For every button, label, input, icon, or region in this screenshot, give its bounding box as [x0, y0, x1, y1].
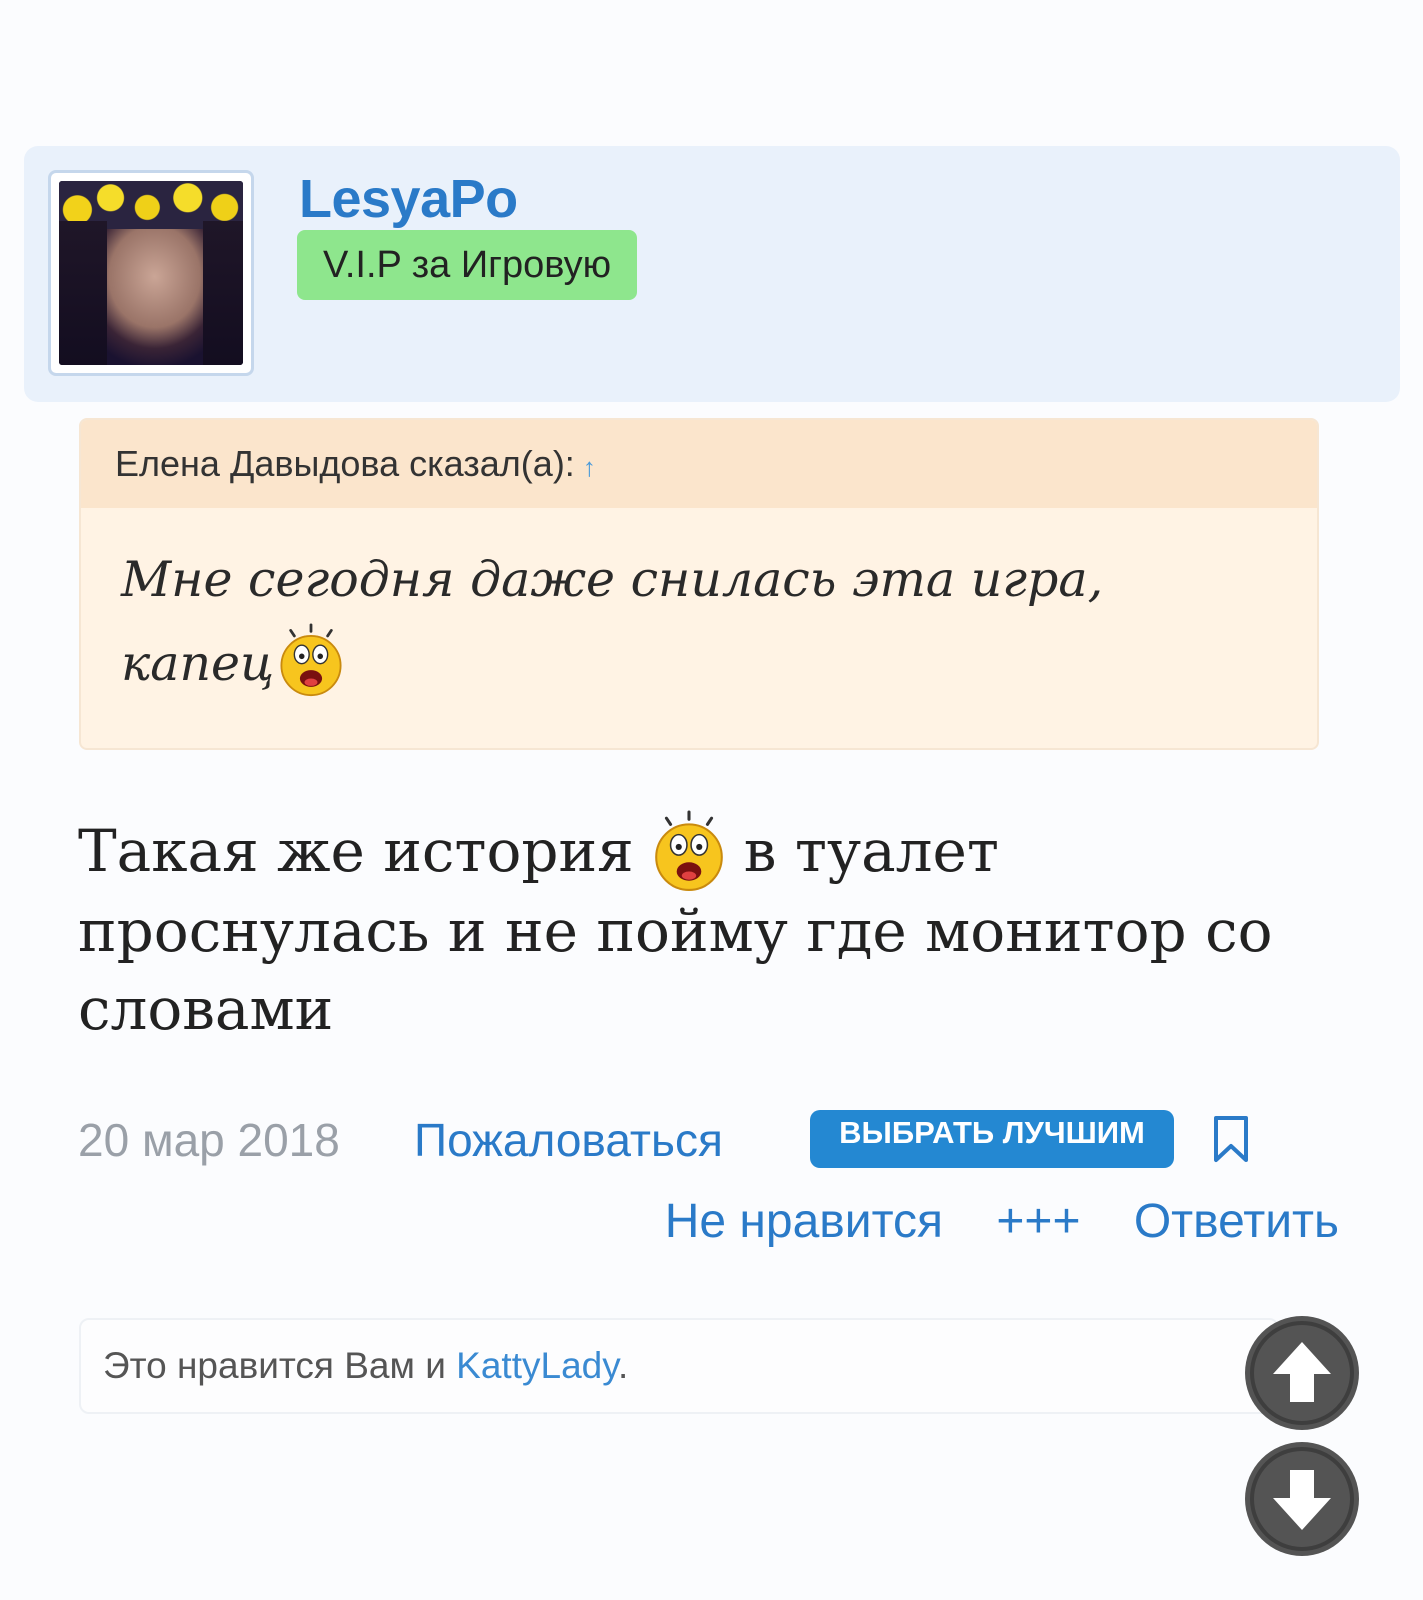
- quote-block: Елена Давыдова сказал(а): ↑ Мне сегодня д…: [79, 418, 1319, 750]
- shocked-emoji-icon: [274, 622, 348, 697]
- plus-link[interactable]: +++: [996, 1195, 1080, 1248]
- report-link[interactable]: Пожаловаться: [414, 1108, 723, 1172]
- quote-author: Елена Давыдова сказал(а):: [115, 443, 575, 484]
- role-badge: V.I.P за Игровую: [297, 230, 638, 300]
- post-meta: 20 мар 2018 Пожаловаться ВЫБРАТЬ ЛУЧШИМ: [78, 1108, 1338, 1172]
- post-actions: Не нравится +++ Ответить: [625, 1190, 1339, 1254]
- likes-summary: Это нравится Вам и KattyLady.: [79, 1318, 1279, 1414]
- username-link[interactable]: LesyaPo: [299, 168, 518, 230]
- dislike-link[interactable]: Не нравится: [665, 1195, 943, 1248]
- avatar[interactable]: [48, 170, 254, 376]
- quote-line-1: Мне сегодня даже снилась эта игра,: [121, 551, 1104, 608]
- scroll-down-button[interactable]: [1245, 1442, 1359, 1556]
- likes-prefix: Это нравится Вам и: [103, 1345, 446, 1386]
- scroll-up-icon: [1250, 1321, 1354, 1425]
- avatar-image: [59, 181, 243, 365]
- post-author-header: LesyaPo V.I.P за Игровую: [24, 146, 1400, 402]
- scroll-up-button[interactable]: [1245, 1316, 1359, 1430]
- post-text-part-1: Такая же история: [78, 817, 634, 885]
- scroll-down-icon: [1250, 1447, 1354, 1551]
- quote-header: Елена Давыдова сказал(а): ↑: [81, 420, 1317, 508]
- quote-source-link[interactable]: ↑: [583, 452, 596, 482]
- post-date: 20 мар 2018: [78, 1114, 340, 1166]
- quote-text: Мне сегодня даже снилась эта игра, капец: [81, 508, 1317, 706]
- post-body: Такая же история в туалет проснулась и н…: [78, 810, 1338, 1048]
- bookmark-icon[interactable]: [1210, 1114, 1252, 1166]
- reply-link[interactable]: Ответить: [1134, 1195, 1339, 1248]
- choose-best-button[interactable]: ВЫБРАТЬ ЛУЧШИМ: [810, 1110, 1174, 1168]
- shocked-emoji-icon: [648, 810, 730, 892]
- liker-link[interactable]: KattyLady: [456, 1345, 618, 1386]
- likes-suffix: .: [617, 1345, 629, 1386]
- quote-line-2: капец: [121, 635, 275, 692]
